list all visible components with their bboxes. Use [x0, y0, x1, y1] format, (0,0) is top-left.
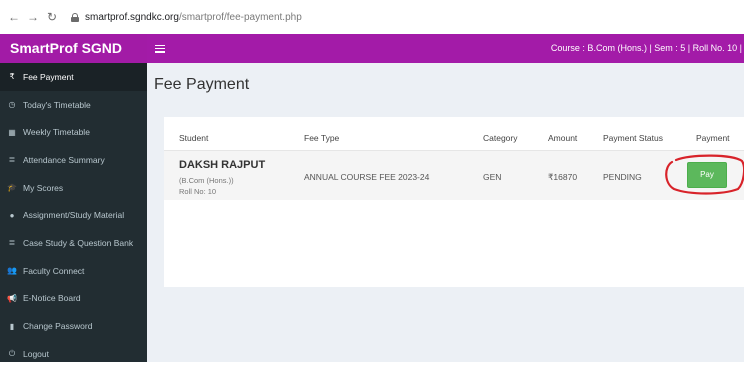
fee-table: Student Fee Type Category Amount Payment… — [164, 117, 744, 287]
comments-icon: ● — [9, 210, 15, 220]
page-title: Fee Payment — [154, 76, 250, 93]
sidebar-item-attendance-summary[interactable]: ≣ Attendance Summary — [0, 146, 147, 174]
url-text: smartprof.sgndkc.org/smartprof/fee-payme… — [85, 12, 302, 23]
sidebar-item-case-study-question-bank[interactable]: ≣ Case Study & Question Bank — [0, 229, 147, 257]
rupee-icon: ₹ — [9, 72, 15, 82]
bookmark-icon: ▮ — [9, 321, 15, 331]
address-bar[interactable]: smartprof.sgndkc.org/smartprof/fee-payme… — [71, 6, 302, 28]
column-header-payment: Payment — [696, 133, 730, 143]
url-domain: smartprof.sgndkc.org — [85, 11, 179, 23]
bullhorn-icon: 📢 — [7, 293, 17, 303]
url-path: /smartprof/fee-payment.php — [178, 11, 302, 23]
sidebar-item-e-notice-board[interactable]: 📢 E-Notice Board — [0, 285, 147, 313]
sidebar-item-logout[interactable]: ⏻ Logout — [0, 340, 147, 368]
list-icon: ≣ — [8, 238, 16, 248]
sidebar-item-label: Fee Payment — [23, 71, 74, 82]
sidebar-item-label: Change Password — [23, 321, 93, 332]
calendar-icon: ▦ — [8, 127, 16, 137]
forward-arrow-icon[interactable]: → — [25, 9, 41, 25]
power-icon: ⏻ — [8, 348, 16, 358]
sidebar-item-weekly-timetable[interactable]: ▦ Weekly Timetable — [0, 118, 147, 146]
column-header-student: Student — [179, 133, 209, 143]
brand-logo[interactable]: SmartProf SGND — [0, 34, 147, 63]
student-roll: Roll No: 10 — [179, 187, 217, 196]
sidebar-item-label: Today's Timetable — [23, 99, 91, 110]
sidebar-item-label: Faculty Connect — [23, 265, 85, 276]
sidebar-item-change-password[interactable]: ▮ Change Password — [0, 312, 147, 340]
payment-status: PENDING — [603, 172, 642, 182]
back-arrow-icon[interactable]: ← — [6, 9, 22, 25]
lock-icon — [71, 12, 79, 22]
hamburger-menu-icon[interactable] — [155, 44, 165, 53]
clock-icon: ◷ — [8, 100, 16, 110]
student-name: DAKSH RAJPUT — [179, 159, 266, 171]
sidebar-item-label: Weekly Timetable — [23, 127, 90, 138]
column-header-payment-status: Payment Status — [603, 133, 664, 143]
sidebar-item-label: Attendance Summary — [23, 154, 105, 165]
app-header: SmartProf SGND Course : B.Com (Hons.) | … — [0, 34, 744, 63]
amount: ₹16870 — [548, 172, 578, 182]
browser-toolbar: ← → ↻ smartprof.sgndkc.org/smartprof/fee… — [0, 0, 744, 34]
list-icon: ≣ — [8, 155, 16, 165]
sidebar-item-label: Assignment/Study Material — [23, 210, 125, 221]
table-row: DAKSH RAJPUT (B.Com (Hons.)) Roll No: 10… — [164, 150, 744, 200]
fee-type: ANNUAL COURSE FEE 2023-24 — [304, 172, 430, 182]
student-course: (B.Com (Hons.)) — [179, 176, 234, 185]
sidebar-item-label: Logout — [23, 348, 49, 359]
category: GEN — [483, 172, 502, 182]
sidebar-item-fee-payment[interactable]: ₹ Fee Payment — [0, 63, 147, 91]
sidebar-item-assignment-study-material[interactable]: ● Assignment/Study Material — [0, 201, 147, 229]
sidebar-item-label: My Scores — [23, 182, 64, 193]
main-content: Fee Payment Student Fee Type Category Am… — [147, 63, 744, 362]
course-info: Course : B.Com (Hons.) | Sem : 5 | Roll … — [550, 43, 742, 53]
sidebar-item-my-scores[interactable]: 🎓 My Scores — [0, 174, 147, 202]
sidebar: ₹ Fee Payment ◷ Today's Timetable ▦ Week… — [0, 63, 147, 362]
column-header-category: Category — [483, 133, 518, 143]
users-icon: 👥 — [7, 266, 17, 276]
pay-button[interactable]: Pay — [687, 162, 727, 188]
sidebar-item-faculty-connect[interactable]: 👥 Faculty Connect — [0, 257, 147, 285]
reload-icon[interactable]: ↻ — [44, 9, 60, 25]
graduation-cap-icon: 🎓 — [7, 183, 17, 193]
column-header-fee-type: Fee Type — [304, 133, 340, 143]
sidebar-item-label: E-Notice Board — [23, 293, 81, 304]
column-header-amount: Amount — [548, 133, 578, 143]
sidebar-item-todays-timetable[interactable]: ◷ Today's Timetable — [0, 91, 147, 119]
sidebar-item-label: Case Study & Question Bank — [23, 237, 134, 248]
